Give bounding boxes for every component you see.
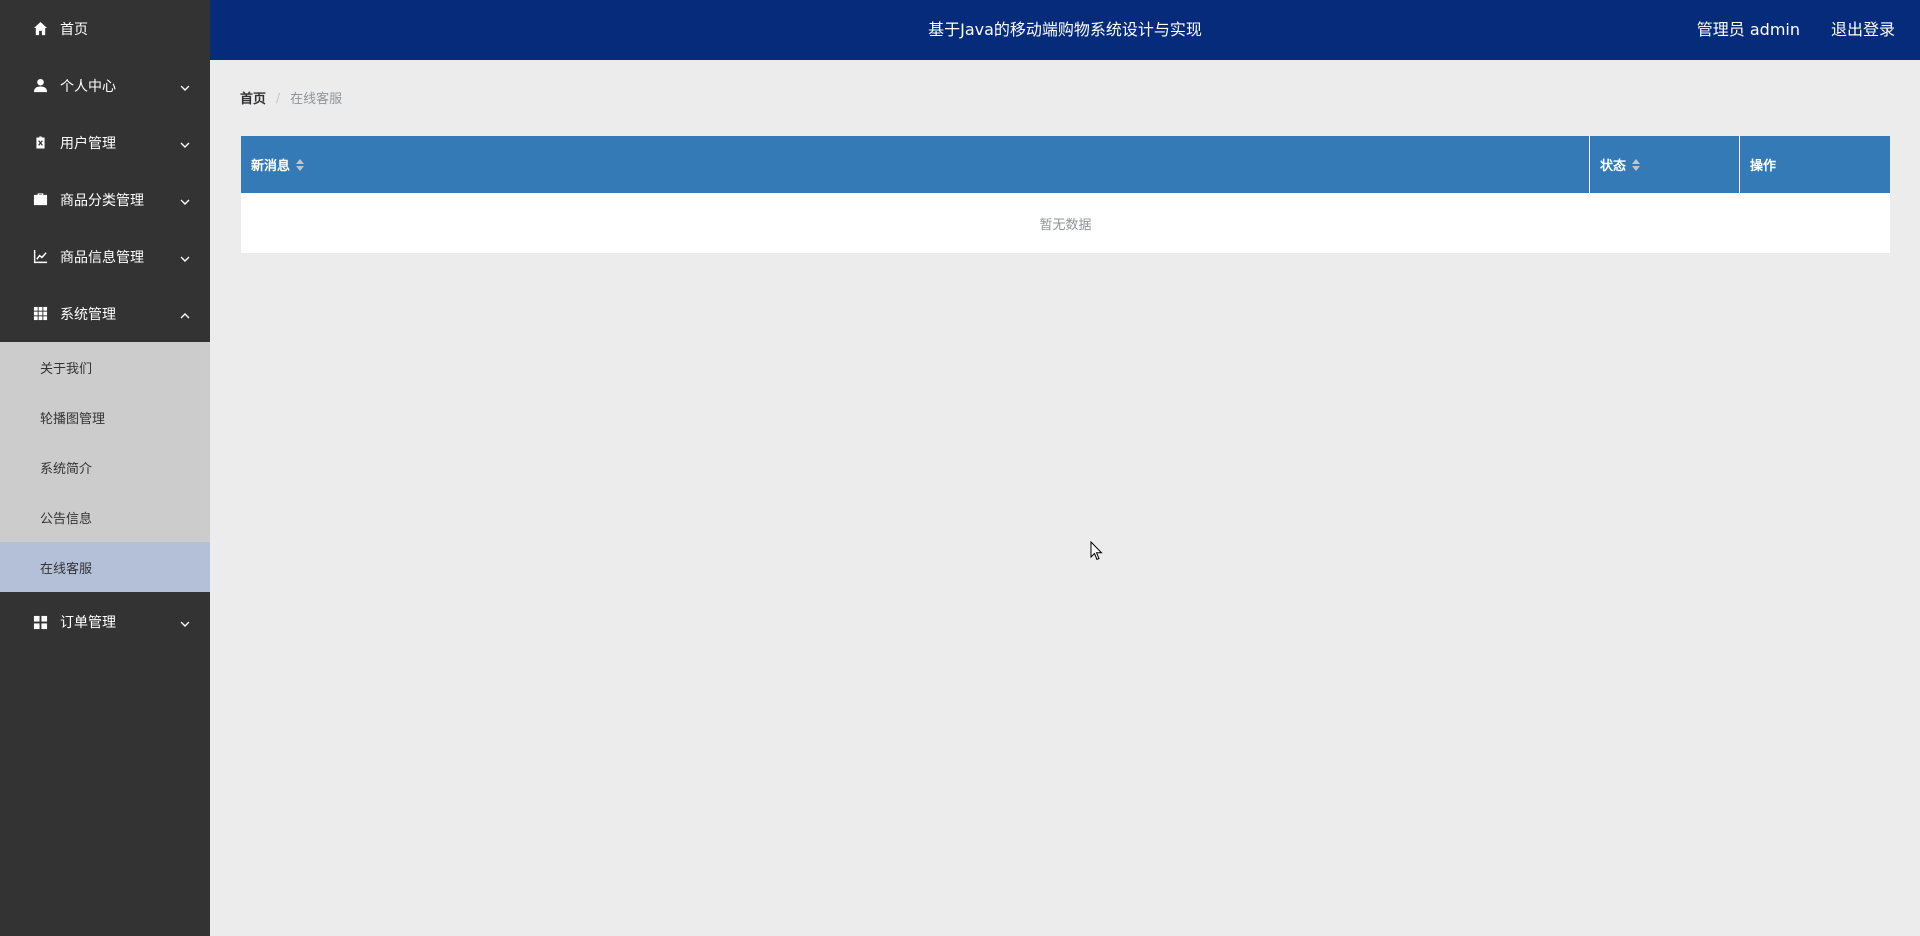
- sidebar-item-category[interactable]: 商品分类管理: [0, 171, 210, 228]
- submenu-item-intro[interactable]: 系统简介: [0, 442, 210, 492]
- chevron-down-icon: [180, 617, 190, 627]
- sidebar-item-label: 商品分类管理: [60, 192, 144, 209]
- table-header: 新消息 状态 操作: [241, 136, 1890, 193]
- submenu-item-label: 公告信息: [40, 511, 93, 527]
- sidebar-item-label: 商品信息管理: [60, 249, 144, 266]
- briefcase-icon: [32, 192, 48, 208]
- column-header-actions: 操作: [1740, 136, 1890, 193]
- sidebar-item-label: 系统管理: [60, 306, 116, 323]
- empty-text: 暂无数据: [1039, 217, 1092, 233]
- mouse-cursor-icon: [1090, 540, 1104, 561]
- breadcrumb: 首页 / 在线客服: [240, 88, 343, 108]
- sidebar-item-label: 个人中心: [60, 78, 116, 95]
- submenu-item-online-service[interactable]: 在线客服: [0, 542, 210, 592]
- sidebar-item-users[interactable]: 用户管理: [0, 114, 210, 171]
- home-icon: [32, 21, 48, 37]
- logout-button[interactable]: 退出登录: [1831, 0, 1895, 60]
- grid-icon: [32, 306, 48, 322]
- submenu-item-notice[interactable]: 公告信息: [0, 492, 210, 542]
- chart-icon: [32, 249, 48, 265]
- submenu-item-carousel[interactable]: 轮播图管理: [0, 392, 210, 442]
- system-submenu: 关于我们 轮播图管理 系统简介 公告信息 在线客服: [0, 342, 210, 592]
- sidebar-item-profile[interactable]: 个人中心: [0, 57, 210, 114]
- current-user: 管理员 admin: [1696, 20, 1800, 39]
- column-label: 新消息: [251, 159, 291, 174]
- breadcrumb-home[interactable]: 首页: [240, 88, 266, 107]
- sidebar-item-label: 首页: [60, 21, 88, 38]
- column-label: 状态: [1600, 159, 1627, 174]
- submenu-item-label: 在线客服: [40, 561, 93, 577]
- sidebar-item-products[interactable]: 商品信息管理: [0, 228, 210, 285]
- sidebar-item-home[interactable]: 首页: [0, 0, 210, 57]
- submenu-item-label: 轮播图管理: [40, 411, 106, 427]
- breadcrumb-current: 在线客服: [290, 92, 343, 107]
- sidebar-item-orders[interactable]: 订单管理: [0, 592, 210, 652]
- column-header-message[interactable]: 新消息: [241, 136, 1590, 193]
- submenu-item-label: 关于我们: [40, 361, 93, 377]
- chevron-up-icon: [180, 309, 190, 319]
- submenu-item-label: 系统简介: [40, 461, 93, 477]
- sidebar: 首页 个人中心 用户管理 商品分类管理 商品信息管理 系统管理 关于我们 轮播图…: [0, 0, 210, 936]
- empty-state: 暂无数据: [241, 193, 1890, 253]
- sidebar-item-system[interactable]: 系统管理: [0, 285, 210, 342]
- column-label: 操作: [1750, 159, 1777, 174]
- clipboard-icon: [32, 135, 48, 151]
- chevron-down-icon: [180, 252, 190, 262]
- submenu-item-about[interactable]: 关于我们: [0, 342, 210, 392]
- user-icon: [32, 78, 48, 94]
- chevron-down-icon: [180, 138, 190, 148]
- chevron-down-icon: [180, 195, 190, 205]
- messages-table: 新消息 状态 操作 暂无数据: [241, 136, 1890, 253]
- breadcrumb-separator: /: [276, 90, 281, 105]
- sidebar-item-label: 用户管理: [60, 135, 116, 152]
- sidebar-item-label: 订单管理: [60, 615, 116, 631]
- column-header-status[interactable]: 状态: [1590, 136, 1740, 193]
- chevron-down-icon: [180, 81, 190, 91]
- apps-icon: [32, 614, 48, 630]
- top-header: 基于Java的移动端购物系统设计与实现 管理员 admin 退出登录: [210, 0, 1920, 60]
- sort-icon[interactable]: [1632, 158, 1641, 171]
- app-title: 基于Java的移动端购物系统设计与实现: [928, 20, 1202, 39]
- sort-icon[interactable]: [296, 158, 305, 171]
